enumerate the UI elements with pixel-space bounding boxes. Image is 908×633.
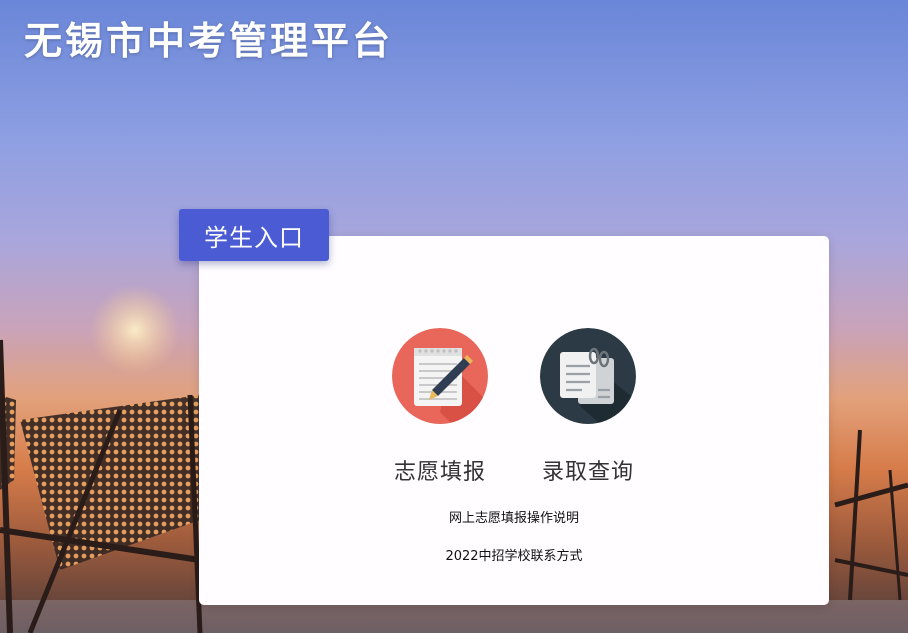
notepad-pen-icon [392, 328, 488, 424]
application-instructions-link[interactable]: 网上志愿填报操作说明 [199, 507, 829, 526]
volunteer-application-label: 志愿填报 [393, 460, 486, 485]
entry-card: 志愿填报 录取查询 网上志愿填报操作说明 2022中招学校联系方式 [199, 236, 829, 605]
admission-query-label: 录取查询 [541, 460, 634, 485]
documents-clip-icon [540, 328, 636, 424]
student-entry-tab[interactable]: 学生入口 [179, 209, 329, 261]
page-title: 无锡市中考管理平台 [24, 19, 394, 63]
volunteer-application-button[interactable]: 志愿填报 [375, 328, 505, 486]
school-contacts-link[interactable]: 2022中招学校联系方式 [199, 545, 829, 564]
admission-query-button[interactable]: 录取查询 [523, 328, 653, 486]
